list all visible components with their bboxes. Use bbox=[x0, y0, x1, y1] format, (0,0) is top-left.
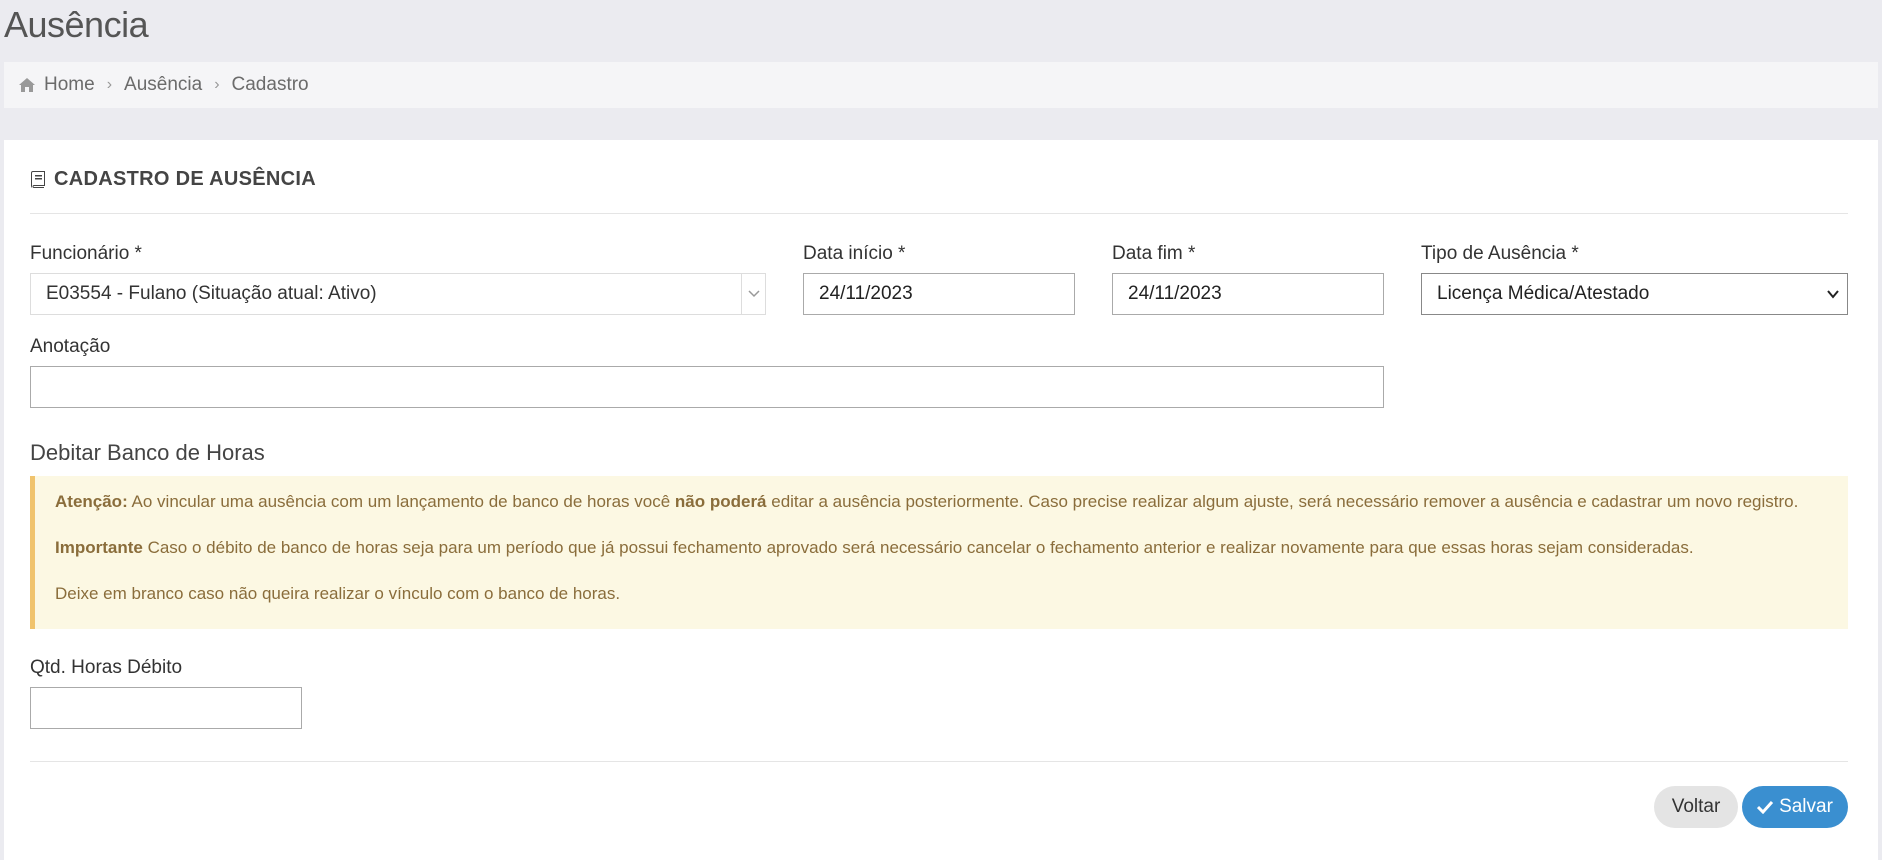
alert-strong: Importante bbox=[55, 538, 143, 557]
anotacao-input[interactable] bbox=[30, 366, 1384, 408]
anotacao-label: Anotação bbox=[30, 336, 111, 357]
breadcrumb-home-label: Home bbox=[44, 74, 95, 95]
book-icon bbox=[31, 170, 45, 188]
breadcrumb-separator-icon: › bbox=[214, 76, 220, 93]
alert-paragraph-importante: Importante Caso o débito de banco de hor… bbox=[55, 538, 1848, 558]
data-fim-input[interactable] bbox=[1112, 273, 1384, 315]
back-button[interactable]: Voltar bbox=[1654, 786, 1738, 828]
alert-text: editar a ausência posteriormente. Caso p… bbox=[766, 492, 1799, 511]
check-icon bbox=[1757, 800, 1774, 814]
breadcrumb-cadastro: Cadastro bbox=[231, 74, 309, 95]
alert-paragraph-deixe: Deixe em branco caso não queira realizar… bbox=[55, 584, 621, 603]
banco-horas-alert: Atenção: Ao vincular uma ausência com um… bbox=[30, 476, 1848, 629]
breadcrumb-separator-icon: › bbox=[106, 76, 113, 93]
breadcrumb: Home › Ausência › Cadastro bbox=[4, 62, 1878, 108]
data-inicio-input[interactable] bbox=[803, 273, 1075, 315]
chevron-down-icon bbox=[1827, 290, 1839, 299]
funcionario-value: E03554 - Fulano (Situação atual: Ativo) bbox=[46, 283, 377, 304]
breadcrumb-ausencia[interactable]: Ausência bbox=[124, 74, 202, 96]
alert-strong: não poderá bbox=[674, 492, 767, 511]
funcionario-label: Funcionário * bbox=[30, 243, 142, 264]
panel-title: CADASTRO DE AUSÊNCIA bbox=[54, 168, 316, 190]
save-label: Salvar bbox=[1779, 796, 1833, 817]
divider bbox=[30, 213, 1848, 214]
divider bbox=[30, 761, 1848, 762]
tipo-ausencia-value: Licença Médica/Atestado bbox=[1437, 283, 1650, 304]
chevron-down-icon bbox=[741, 274, 765, 314]
data-fim-label: Data fim * bbox=[1112, 243, 1196, 264]
page-title: Ausência bbox=[4, 4, 149, 45]
home-icon bbox=[19, 78, 35, 92]
banco-horas-title: Debitar Banco de Horas bbox=[30, 440, 265, 465]
data-inicio-label: Data início * bbox=[803, 243, 906, 264]
qtd-horas-input[interactable] bbox=[30, 687, 302, 729]
alert-strong: Atenção: bbox=[55, 492, 128, 511]
alert-paragraph-atencao: Atenção: Ao vincular uma ausência com um… bbox=[55, 492, 1848, 512]
panel-header: CADASTRO DE AUSÊNCIA bbox=[30, 168, 1848, 191]
save-button[interactable]: Salvar bbox=[1742, 786, 1848, 828]
alert-text: Caso o débito de banco de horas seja par… bbox=[142, 538, 1694, 557]
tipo-ausencia-select[interactable]: Licença Médica/Atestado bbox=[1421, 273, 1848, 315]
funcionario-select[interactable]: E03554 - Fulano (Situação atual: Ativo) bbox=[30, 273, 766, 315]
alert-text: Ao vincular uma ausência com um lançamen… bbox=[127, 492, 675, 511]
tipo-ausencia-label: Tipo de Ausência * bbox=[1421, 243, 1579, 264]
breadcrumb-home[interactable]: Home bbox=[18, 74, 95, 96]
qtd-horas-label: Qtd. Horas Débito bbox=[30, 657, 183, 678]
